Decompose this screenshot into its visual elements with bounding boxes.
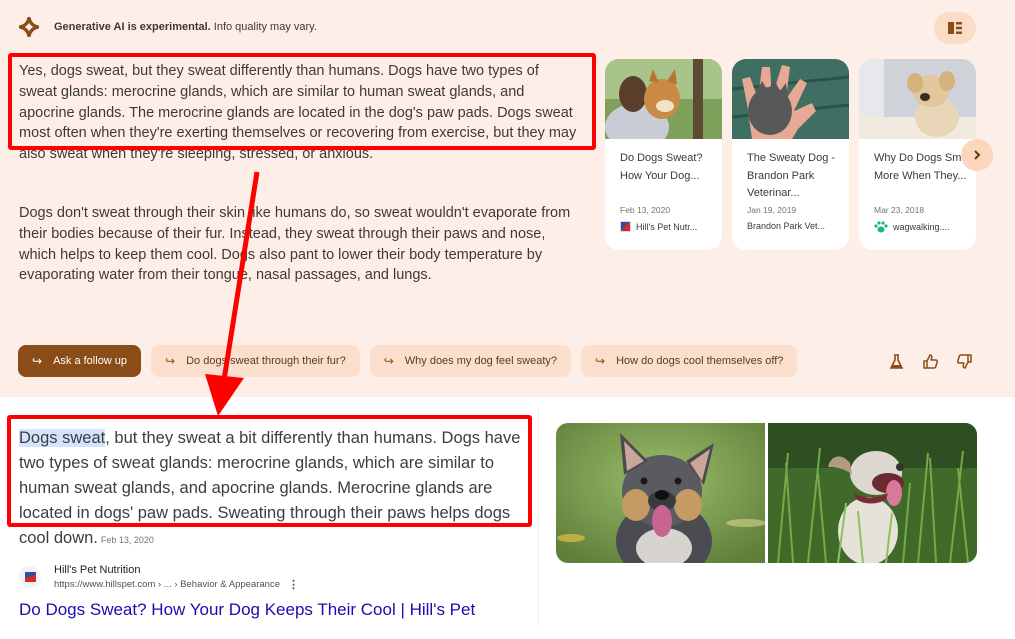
ask-follow-up-button[interactable]: ↪ Ask a follow up <box>18 345 142 377</box>
snippet-images <box>556 423 977 563</box>
panel-layout-icon <box>948 22 962 34</box>
followup-chip-label: Do dogs sweat through their fur? <box>186 355 346 367</box>
ai-disclaimer: Generative AI is experimental. Info qual… <box>54 21 317 33</box>
thumbs-down-icon[interactable] <box>956 353 973 370</box>
paw-icon <box>874 221 888 233</box>
followup-chip[interactable]: ↪ Do dogs sweat through their fur? <box>151 345 360 377</box>
source-card-site-name: Hill's Pet Nutr... <box>636 221 698 232</box>
site-url-row: https://www.hillspet.com › ... › Behavio… <box>54 577 299 593</box>
source-cards: Do Dogs Sweat? How Your Dog... Feb 13, 2… <box>605 59 976 250</box>
featured-snippet-text: Dogs sweat, but they sweat a bit differe… <box>19 426 529 553</box>
next-sources-button[interactable] <box>961 139 993 171</box>
gemini-spark-icon <box>19 17 39 37</box>
more-options-icon[interactable]: ⋮ <box>288 577 299 593</box>
source-card-site: Hill's Pet Nutr... <box>620 221 722 232</box>
feedback-actions <box>888 353 973 370</box>
source-card-date: Mar 23, 2018 <box>874 205 925 215</box>
snippet-date: Feb 13, 2020 <box>100 535 154 545</box>
source-card[interactable]: The Sweaty Dog - Brandon Park Veterinar.… <box>732 59 849 250</box>
source-card-site: wagwalking.... <box>874 221 976 233</box>
source-card-image <box>732 59 849 139</box>
result-source[interactable]: Hill's Pet Nutrition https://www.hillspe… <box>19 563 299 593</box>
source-card-title: The Sweaty Dog - Brandon Park Veterinar.… <box>747 152 836 199</box>
followup-chip-label: How do dogs cool themselves off? <box>616 355 784 367</box>
followup-chip[interactable]: ↪ Why does my dog feel sweaty? <box>369 345 572 377</box>
ai-answer-paragraph-1: Yes, dogs sweat, but they sweat differen… <box>19 63 577 163</box>
chevron-right-icon <box>974 150 981 160</box>
site-name: Hill's Pet Nutrition <box>54 564 141 576</box>
source-card-image <box>605 59 722 139</box>
followup-chip-label: Why does my dog feel sweaty? <box>404 355 558 367</box>
source-card-site: Brandon Park Vet... <box>747 221 849 231</box>
ai-overview-panel: Generative AI is experimental. Info qual… <box>0 0 1015 397</box>
ai-overview-header: Generative AI is experimental. Info qual… <box>19 17 317 37</box>
source-card-title: Do Dogs Sweat? How Your Dog... <box>620 152 703 182</box>
source-card[interactable]: Do Dogs Sweat? How Your Dog... Feb 13, 2… <box>605 59 722 250</box>
site-favicon <box>19 566 41 588</box>
followup-suggestions: ↪ Ask a follow up ↪ Do dogs sweat throug… <box>18 345 798 377</box>
source-card-site-name: wagwalking.... <box>893 222 950 232</box>
source-card[interactable]: Why Do Dogs Smell More When They... Mar … <box>859 59 976 250</box>
snippet-highlight: Dogs sweat <box>19 429 106 447</box>
source-card-site-name: Brandon Park Vet... <box>747 221 826 231</box>
source-card-date: Jan 19, 2019 <box>747 205 797 215</box>
ai-answer-paragraph-2: Dogs don't sweat through their skin like… <box>19 205 571 284</box>
reply-arrow-icon: ↪ <box>32 354 43 368</box>
hills-logo-icon <box>24 572 36 582</box>
ai-disclaimer-bold: Generative AI is experimental. <box>54 21 211 33</box>
column-divider <box>538 406 539 626</box>
dog-face-photo[interactable] <box>556 423 765 563</box>
source-card-date: Feb 13, 2020 <box>620 205 671 215</box>
reply-arrow-icon: ↪ <box>595 354 606 368</box>
sources-panel-toggle-button[interactable] <box>934 12 976 44</box>
lab-flask-icon[interactable] <box>888 353 905 370</box>
ask-follow-up-label: Ask a follow up <box>53 355 128 367</box>
ai-disclaimer-rest: Info quality may vary. <box>210 21 317 33</box>
hills-logo-icon <box>620 221 631 232</box>
followup-chip[interactable]: ↪ How do dogs cool themselves off? <box>581 345 798 377</box>
reply-arrow-icon: ↪ <box>383 354 394 368</box>
result-title-link[interactable]: Do Dogs Sweat? How Your Dog Keeps Their … <box>19 600 475 620</box>
thumbs-up-icon[interactable] <box>922 353 939 370</box>
reply-arrow-icon: ↪ <box>165 354 176 368</box>
source-card-image <box>859 59 976 139</box>
dog-in-grass-photo[interactable] <box>768 423 977 563</box>
site-url: https://www.hillspet.com › ... › Behavio… <box>54 579 280 590</box>
